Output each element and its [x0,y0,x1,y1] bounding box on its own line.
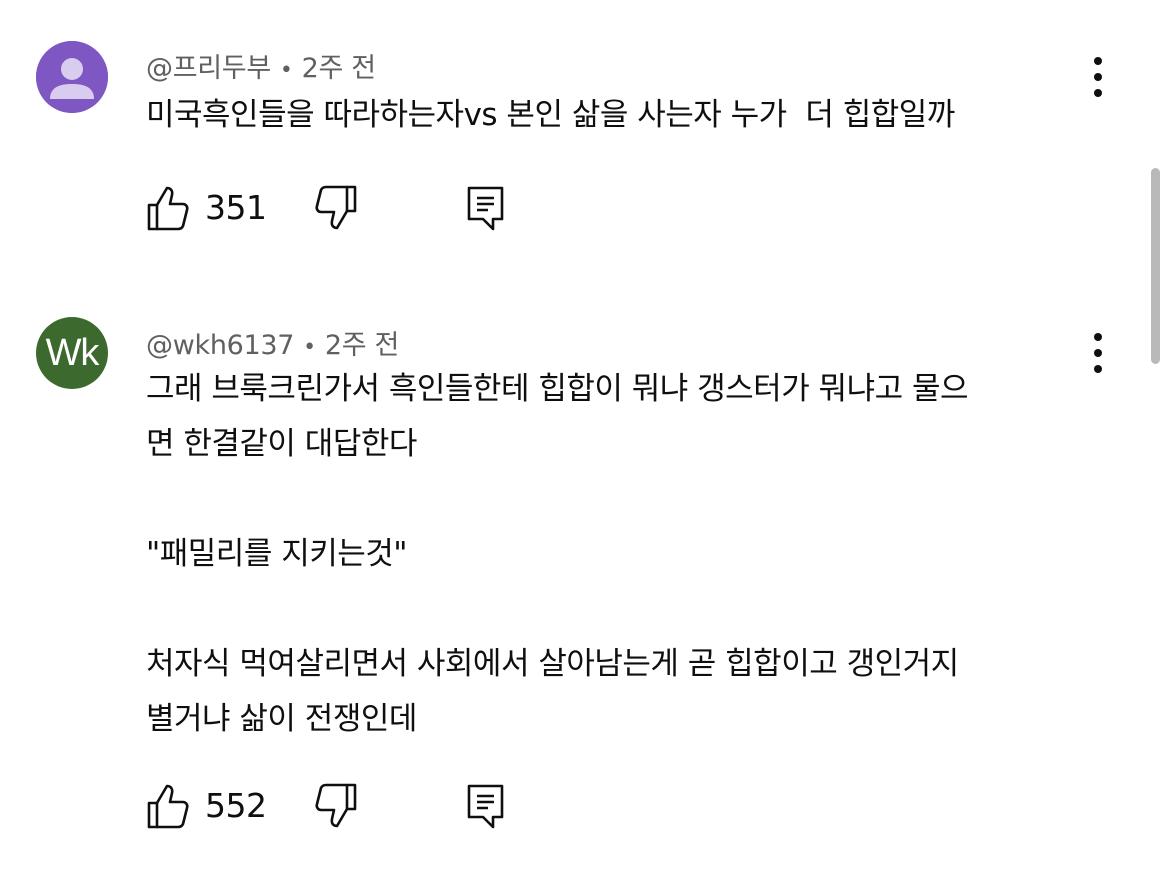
author-name[interactable]: @wkh6137 [146,330,294,361]
comment-item: Wk @wkh6137 • 2주 전 그래 브룩크린가서 흑인들한테 힙합이 뭐냐 … [0,296,1170,887]
author-name[interactable]: @프리두부 [146,53,271,84]
dislike-button[interactable] [314,184,358,232]
avatar-initials: Wk [45,332,100,374]
dislike-button[interactable] [314,782,358,830]
default-avatar-icon [36,41,108,113]
comment-menu-button[interactable] [1082,328,1114,378]
comment-meta: @wkh6137 • 2주 전 [146,323,399,362]
reply-button[interactable] [466,782,506,830]
avatar[interactable]: Wk [36,317,108,389]
like-count: 351 [205,188,267,227]
comment-actions: 351 [146,184,526,234]
comment-item: @프리두부 • 2주 전 미국흑인들을 따라하는자vs 본인 삶을 사는자 누가 더… [0,0,1170,280]
scrollbar-thumb[interactable] [1151,168,1160,364]
reply-button[interactable] [466,184,506,232]
comment-time[interactable]: 2주 전 [325,330,400,361]
comment-time[interactable]: 2주 전 [302,53,377,84]
comment-text: 그래 브룩크린가서 흑인들한테 힙합이 뭐냐 갱스터가 뭐냐고 물으 면 한결같… [146,371,969,737]
thumb-down-icon [315,783,357,828]
avatar[interactable] [36,41,108,113]
like-count: 552 [205,786,267,825]
thumb-up-icon [147,784,189,829]
reply-icon [467,186,504,231]
comment-menu-button[interactable] [1082,52,1114,102]
comment-text: 미국흑인들을 따라하는자vs 본인 삶을 사는자 누가 더 힙합일까 [146,97,955,133]
like-button[interactable] [146,782,190,830]
meta-separator: • [303,335,316,360]
more-vert-icon [1094,57,1102,97]
meta-separator: • [279,58,293,83]
comment-actions: 552 [146,782,526,832]
thumb-up-icon [147,186,189,231]
comment-meta: @프리두부 • 2주 전 [146,46,376,85]
like-button[interactable] [146,184,190,232]
more-vert-icon [1094,333,1102,373]
reply-icon [467,784,504,829]
thumb-down-icon [315,185,357,230]
